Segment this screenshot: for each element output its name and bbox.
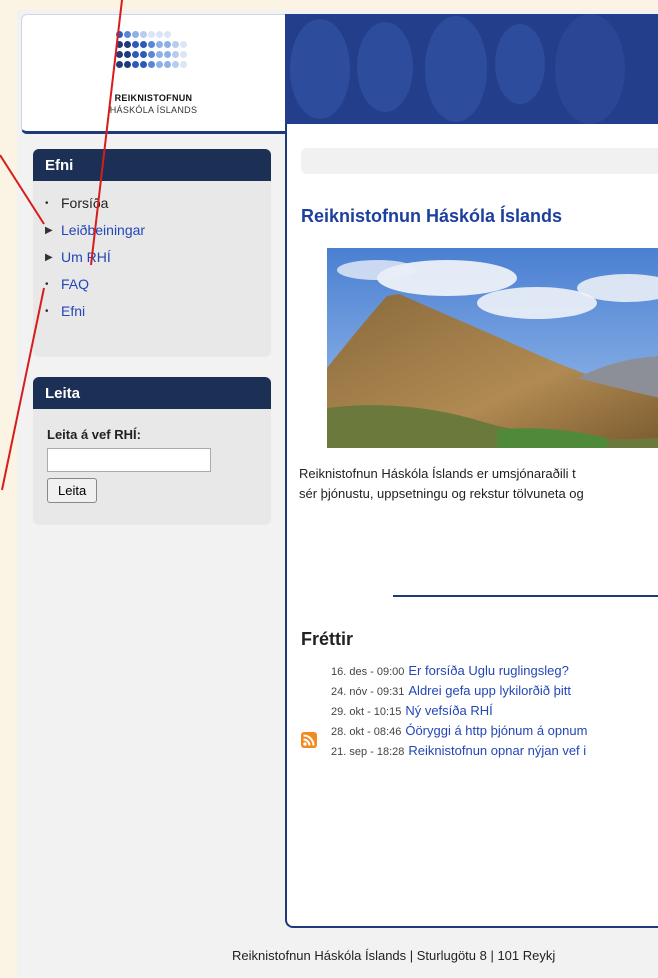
logo-dot <box>132 31 139 38</box>
search-input[interactable] <box>47 448 211 472</box>
logo-dot <box>156 61 163 68</box>
logo-dot <box>180 61 187 68</box>
logo-subtitle: HÁSKÓLA ÍSLANDS <box>109 105 198 115</box>
menu-item-leidbeiningar[interactable]: ▶ Leiðbeiningar <box>45 217 271 244</box>
news-item: 16. des - 09:00 Er forsíða Uglu ruglingsl… <box>331 661 658 681</box>
logo-dot <box>156 31 163 38</box>
search-label: Leita á vef RHÍ: <box>47 427 141 442</box>
search-button[interactable]: Leita <box>47 478 98 503</box>
divider <box>393 595 658 597</box>
page-title: Reiknistofnun Háskóla Íslands <box>301 206 563 226</box>
news-link[interactable]: Óöryggi á http þjónum á opnum <box>405 723 587 738</box>
news-item: 24. nóv - 09:31 Aldrei gefa upp lykilorði… <box>331 681 658 701</box>
news-date: 24. nóv - 09:31 <box>331 686 405 698</box>
menu-item-label[interactable]: Um RHÍ <box>61 244 111 271</box>
logo-dot <box>132 41 139 48</box>
logo-dot <box>140 31 147 38</box>
news-link[interactable]: Er forsíða Uglu ruglingsleg? <box>408 663 568 678</box>
news-date: 21. sep - 18:28 <box>331 746 405 758</box>
breadcrumb <box>301 148 658 174</box>
expand-arrow-icon[interactable]: ▶ <box>45 244 55 271</box>
menu-item-efni[interactable]: • Efni <box>45 298 271 325</box>
logo-dot <box>124 51 131 58</box>
news-list: 16. des - 09:00 Er forsíða Uglu ruglingsl… <box>331 661 658 761</box>
search-box: Leita Leita á vef RHÍ: Leita <box>33 377 271 525</box>
logo-dot <box>180 51 187 58</box>
logo-dot <box>132 51 139 58</box>
efni-box: Efni • Forsíða ▶ Leiðbeiningar ▶ Um RHÍ … <box>33 149 271 357</box>
page: REIKNISTOFNUN HÁSKÓLA ÍSLANDS Efni • For… <box>17 10 658 978</box>
logo-dot <box>140 41 147 48</box>
rss-feed-icon[interactable] <box>301 732 317 748</box>
logo-dot <box>140 51 147 58</box>
news-item: 21. sep - 18:28 Reiknistofnun opnar nýjan… <box>331 741 658 761</box>
menu-item-label[interactable]: Leiðbeiningar <box>61 217 145 244</box>
news-link[interactable]: Reiknistofnun opnar nýjan vef i <box>408 743 586 758</box>
logo-dot <box>140 61 147 68</box>
logo-dot <box>148 51 155 58</box>
expand-arrow-icon[interactable]: ▶ <box>45 217 55 244</box>
logo-dot <box>148 61 155 68</box>
logo-dot <box>124 61 131 68</box>
logo-dot <box>116 51 123 58</box>
news-link[interactable]: Ný vefsíða RHÍ <box>405 703 492 718</box>
news-date: 16. des - 09:00 <box>331 666 405 678</box>
site-logo[interactable]: REIKNISTOFNUN HÁSKÓLA ÍSLANDS <box>21 14 285 134</box>
intro-line: Reiknistofnun Háskóla Íslands er umsjóna… <box>299 466 576 481</box>
news-heading: Fréttir <box>301 629 354 649</box>
menu-item-label[interactable]: FAQ <box>61 271 89 298</box>
menu-item-um-rhi[interactable]: ▶ Um RHÍ <box>45 244 271 271</box>
menu-item-label[interactable]: Efni <box>61 298 85 325</box>
logo-dot <box>148 41 155 48</box>
bullet-icon: • <box>45 198 49 209</box>
logo-dot <box>156 51 163 58</box>
news-date: 28. okt - 08:46 <box>331 726 402 738</box>
menu-item-faq[interactable]: • FAQ <box>45 271 271 298</box>
menu-item-label[interactable]: Forsíða <box>61 190 108 217</box>
main-content: Reiknistofnun Háskóla Íslands Reiknistof… <box>285 124 658 928</box>
news-link[interactable]: Aldrei gefa upp lykilorðið þitt <box>408 683 571 698</box>
efni-menu: • Forsíða ▶ Leiðbeiningar ▶ Um RHÍ • FAQ… <box>33 181 271 325</box>
menu-item-forsida[interactable]: • Forsíða <box>45 190 271 217</box>
logo-dot <box>116 61 123 68</box>
logo-dot <box>164 31 171 38</box>
footer-text: Reiknistofnun Háskóla Íslands | Sturlugö… <box>232 948 556 963</box>
logo-dot <box>148 31 155 38</box>
logo-dot <box>132 61 139 68</box>
logo-dot <box>172 61 179 68</box>
search-heading: Leita <box>33 377 271 409</box>
logo-dot <box>116 31 123 38</box>
intro-line: sér þjónustu, uppsetningu og rekstur töl… <box>299 486 584 501</box>
logo-dot <box>124 41 131 48</box>
header-banner <box>285 14 658 124</box>
logo-dot <box>124 31 131 38</box>
logo-dot <box>164 61 171 68</box>
news-item: 29. okt - 10:15 Ný vefsíða RHÍ <box>331 701 658 721</box>
news-item: 28. okt - 08:46 Óöryggi á http þjónum á o… <box>331 721 658 741</box>
news-date: 29. okt - 10:15 <box>331 706 402 718</box>
logo-name: REIKNISTOFNUN <box>114 93 193 103</box>
logo-dot <box>172 51 179 58</box>
logo-dot <box>172 41 179 48</box>
logo-dot <box>116 41 123 48</box>
bullet-icon: • <box>45 279 49 290</box>
intro-text: Reiknistofnun Háskóla Íslands er umsjóna… <box>299 464 658 504</box>
logo-dot <box>156 41 163 48</box>
bullet-icon: • <box>45 306 49 317</box>
logo-dot <box>164 51 171 58</box>
hero-image <box>327 248 658 448</box>
efni-heading: Efni <box>33 149 271 181</box>
logo-dot <box>180 41 187 48</box>
logo-dot <box>164 41 171 48</box>
